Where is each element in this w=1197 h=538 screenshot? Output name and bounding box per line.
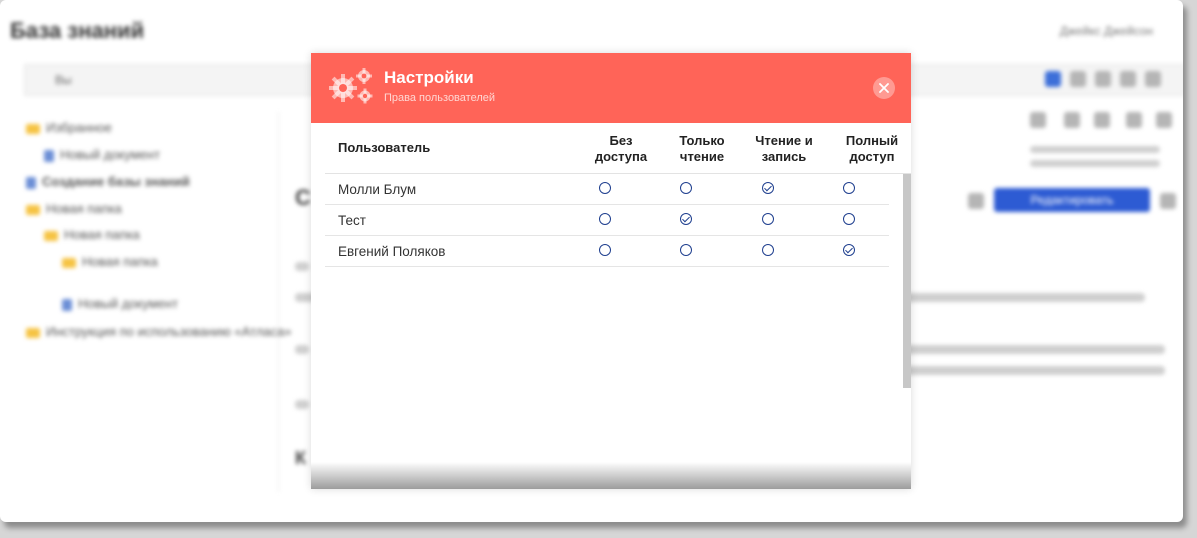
column-header-full-access: Полный доступ: [845, 133, 899, 164]
radio-full-access[interactable]: [843, 244, 855, 256]
edit-button[interactable]: Редактировать: [994, 188, 1150, 212]
print-icon[interactable]: [1126, 112, 1142, 128]
column-header-read-only: Только чтение: [679, 133, 725, 164]
radio-full-access[interactable]: [843, 213, 855, 225]
user-name: Молли Блум: [338, 182, 417, 197]
permissions-table-body: Молли Блум Тест Евгений Поляков: [325, 174, 903, 442]
radio-read-only[interactable]: [680, 213, 692, 225]
column-header-user: Пользователь: [338, 140, 431, 155]
copy-icon[interactable]: [1156, 112, 1172, 128]
radio-no-access[interactable]: [599, 244, 611, 256]
radio-read-only[interactable]: [680, 244, 692, 256]
flag-icon[interactable]: [1120, 71, 1136, 87]
cloud-icon[interactable]: [1095, 71, 1111, 87]
star-icon[interactable]: [968, 193, 984, 209]
dialog-footer: [311, 462, 911, 489]
link-icon[interactable]: [1094, 112, 1110, 128]
table-row: Евгений Поляков: [325, 236, 889, 267]
radio-read-write[interactable]: [762, 244, 774, 256]
radio-read-only[interactable]: [680, 182, 692, 194]
folder-icon: [26, 123, 40, 134]
tree-item[interactable]: Новый документ: [44, 147, 160, 162]
radio-full-access[interactable]: [843, 182, 855, 194]
radio-read-write[interactable]: [762, 213, 774, 225]
radio-read-write[interactable]: [762, 182, 774, 194]
user-name: Евгений Поляков: [338, 244, 446, 259]
close-icon: [879, 83, 889, 93]
tree-item[interactable]: Новая папка: [44, 227, 140, 242]
dialog-header: Настройки Права пользователей: [311, 53, 911, 123]
content-heading-blurred: С: [295, 185, 311, 210]
scrollbar[interactable]: [903, 174, 911, 388]
column-header-read-write: Чтение и запись: [755, 133, 813, 164]
folder-icon: [62, 257, 76, 268]
app-window: База знаний Джейкс Джейсон Вы Избранное …: [0, 0, 1183, 522]
tree-item[interactable]: Создание базы знаний: [26, 174, 190, 189]
tree-item[interactable]: Новая папка: [26, 201, 122, 216]
chart-icon[interactable]: [1045, 71, 1061, 87]
folder-icon: [44, 230, 58, 241]
settings-icon[interactable]: [1145, 71, 1161, 87]
dialog-title: Настройки: [384, 68, 474, 87]
column-header-no-access: Без доступа: [594, 133, 648, 164]
sidebar-tree: Избранное Новый документ Создание базы з…: [24, 112, 292, 492]
radio-no-access[interactable]: [599, 213, 611, 225]
app-title: База знаний: [10, 18, 145, 43]
tree-item[interactable]: Инструкция по использованию «Атласа»: [26, 324, 292, 339]
user-name: Тест: [338, 213, 366, 228]
grid-icon[interactable]: [1070, 71, 1086, 87]
tree-item[interactable]: Новая папка: [62, 254, 158, 269]
document-icon: [62, 298, 72, 311]
document-icon: [26, 176, 36, 189]
user-menu[interactable]: Джейкс Джейсон: [1060, 24, 1153, 38]
share-icon[interactable]: [1030, 112, 1046, 128]
toolbar-item[interactable]: Вы: [55, 73, 72, 87]
gears-icon: [329, 68, 373, 104]
folder-icon: [26, 204, 40, 215]
tree-item[interactable]: Избранное: [26, 120, 112, 135]
dialog-subtitle: Права пользователей: [384, 92, 495, 104]
folder-icon: [26, 327, 40, 338]
permissions-table-header: Пользователь Без доступа Только чтение Ч…: [311, 123, 911, 173]
settings-dialog: Настройки Права пользователей Пользовате…: [311, 53, 911, 489]
table-row: Молли Блум: [325, 174, 889, 205]
radio-no-access[interactable]: [599, 182, 611, 194]
document-icon: [44, 149, 54, 162]
history-icon[interactable]: [1064, 112, 1080, 128]
close-button[interactable]: [873, 77, 895, 99]
table-row: Тест: [325, 205, 889, 236]
tree-item[interactable]: Новый документ: [62, 296, 178, 311]
more-icon[interactable]: [1160, 193, 1176, 209]
content-subheading-blurred: К: [295, 448, 306, 468]
